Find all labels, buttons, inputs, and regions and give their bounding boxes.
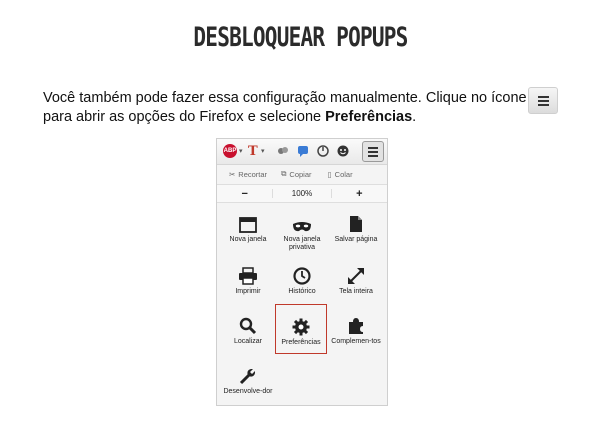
fullscreen-icon: [331, 261, 381, 285]
menu-item-label: Imprimir: [235, 288, 261, 295]
dropdown-arrow-icon: ▾: [239, 148, 243, 155]
zoom-controls: − 100% +: [217, 184, 387, 203]
window-icon: [223, 209, 273, 233]
smiley-icon[interactable]: [337, 144, 349, 158]
menu-item-label: Salvar página: [334, 236, 378, 243]
printer-icon: [223, 261, 273, 285]
menu-item-label: Nova janela privativa: [283, 236, 321, 251]
firefox-menu-screenshot: ABP ▾ T ▾ ✂ Recortar ⧉ Copiar ▯ Colar − …: [216, 138, 388, 406]
gear-icon: [276, 312, 326, 336]
menu-item-label: Histórico: [288, 288, 316, 295]
menu-item-label: Complemen-tos: [331, 338, 381, 345]
instruction-line-2-suffix: .: [412, 109, 417, 125]
copy-label: Copiar: [289, 169, 312, 179]
page-icon: [331, 209, 381, 233]
menu-item-addons[interactable]: Complemen-tos: [331, 311, 381, 361]
dropdown-arrow-icon: ▾: [261, 148, 265, 155]
zoom-level[interactable]: 100%: [272, 189, 332, 198]
mask-icon: [277, 209, 327, 233]
menu-item-print[interactable]: Imprimir: [223, 261, 273, 311]
edit-controls: ✂ Recortar ⧉ Copiar ▯ Colar: [217, 165, 387, 183]
cut-button[interactable]: ✂ Recortar: [229, 170, 267, 179]
open-menu-button[interactable]: [362, 141, 384, 162]
hamburger-menu-icon: [528, 87, 558, 114]
browser-toolbar: ABP ▾ T ▾: [217, 139, 387, 165]
zoom-in-button[interactable]: +: [332, 188, 387, 200]
menu-item-developer[interactable]: Desenvolve-dor: [223, 361, 273, 405]
menu-item-label: Localizar: [233, 338, 262, 345]
puzzle-icon: [331, 311, 381, 335]
zoom-out-button[interactable]: −: [217, 188, 272, 200]
menu-item-private-window[interactable]: Nova janela privativa: [277, 209, 327, 259]
menu-item-label: Nova janela: [229, 236, 267, 243]
cut-label: Recortar: [238, 169, 268, 179]
scissors-icon: ✂: [229, 169, 236, 179]
paste-button[interactable]: ▯ Colar: [328, 170, 353, 179]
instruction-paragraph: Você também pode fazer essa configuração…: [43, 89, 563, 127]
adblock-icon[interactable]: ABP: [223, 144, 237, 158]
clock-icon: [277, 261, 327, 285]
menu-item-label: Tela inteira: [339, 288, 373, 295]
menu-item-fullscreen[interactable]: Tela inteira: [331, 261, 381, 311]
paste-label: Colar: [334, 169, 353, 179]
menu-item-find[interactable]: Localizar: [223, 311, 273, 361]
preferences-emphasis: Preferências: [325, 109, 413, 125]
extension-icon[interactable]: [277, 144, 289, 158]
copy-icon: ⧉: [281, 169, 287, 178]
instruction-line-2-prefix: para abrir as opções do Firefox e seleci…: [43, 109, 326, 125]
text-tool-icon[interactable]: T: [248, 144, 258, 159]
menu-item-label: Desenvolve-dor: [223, 388, 273, 395]
menu-item-label: Preferências: [281, 339, 321, 346]
clipboard-icon: ▯: [327, 169, 332, 179]
wrench-icon: [223, 361, 273, 385]
power-icon[interactable]: [317, 144, 329, 158]
copy-button[interactable]: ⧉ Copiar: [281, 169, 311, 179]
menu-item-save-page[interactable]: Salvar página: [331, 209, 381, 259]
menu-item-preferences[interactable]: Preferências: [275, 304, 327, 354]
magnifier-icon: [223, 311, 273, 335]
instruction-line-1: Você também pode fazer essa configuração…: [43, 90, 527, 106]
page-title: DESBLOQUEAR POPUPS: [193, 22, 408, 53]
chat-icon[interactable]: [297, 144, 309, 158]
menu-item-new-window[interactable]: Nova janela: [223, 209, 273, 259]
